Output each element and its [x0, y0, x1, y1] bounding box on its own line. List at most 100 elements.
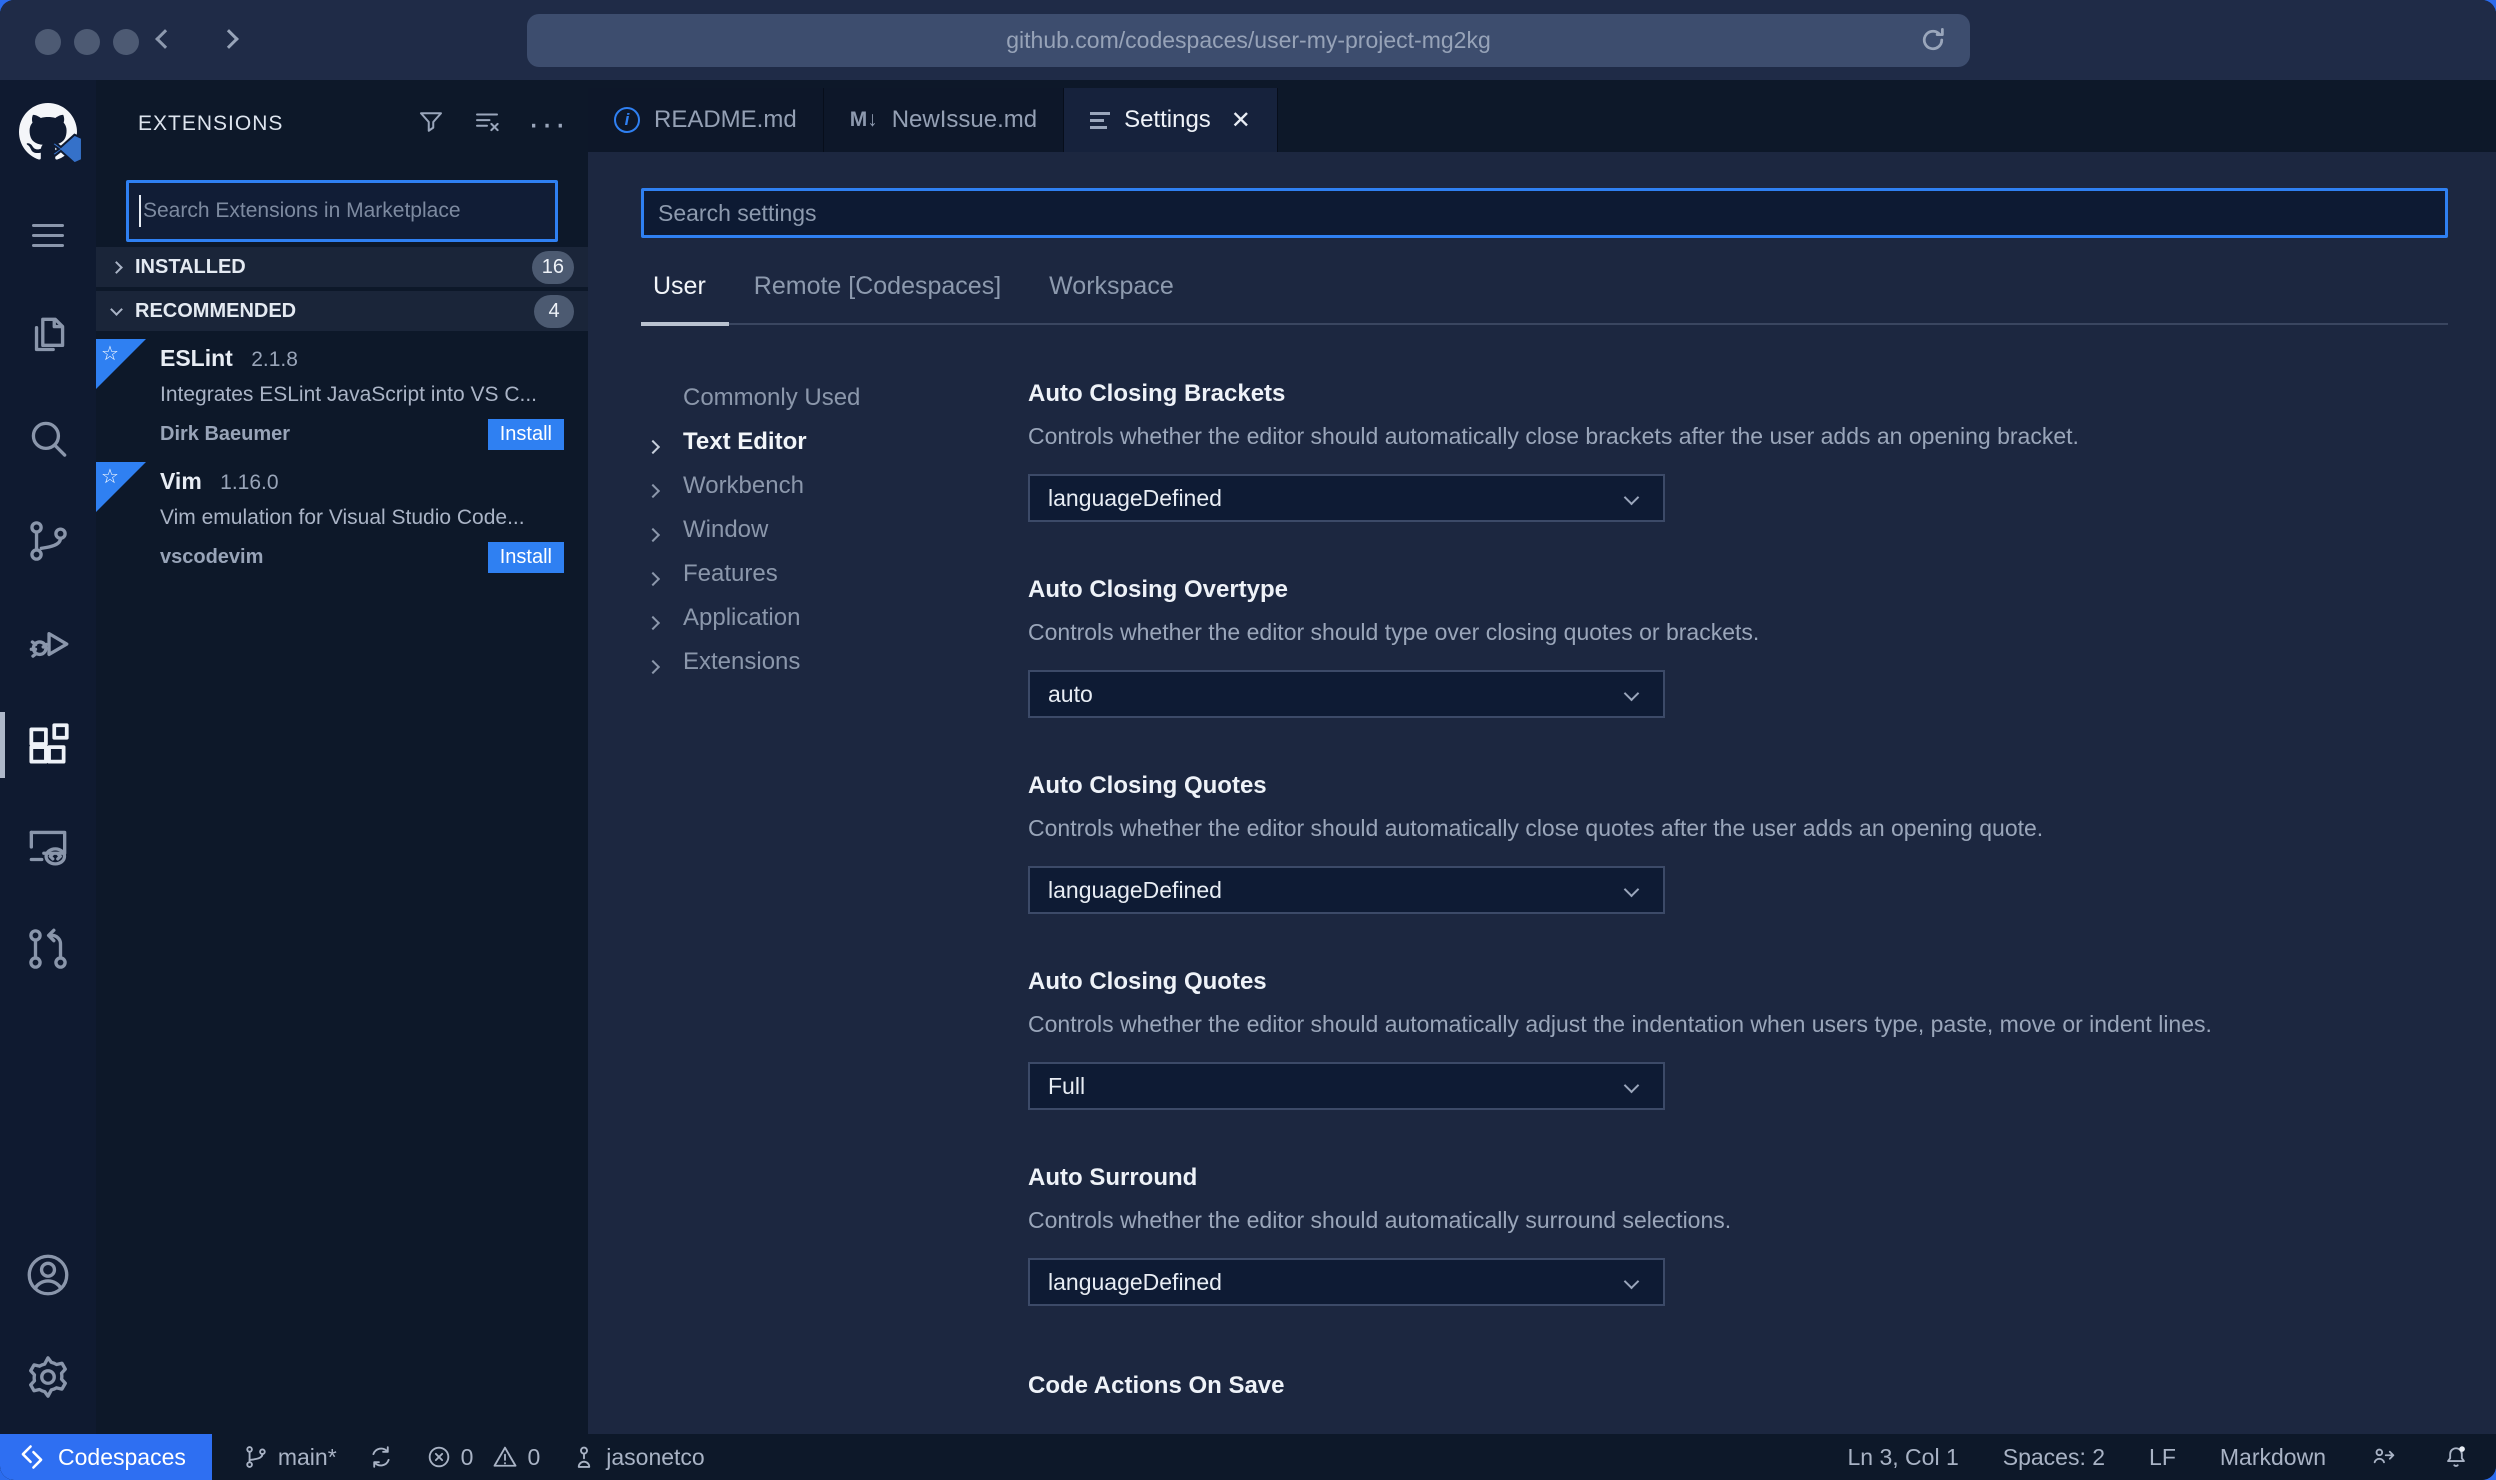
chevron-down-icon [1623, 1273, 1640, 1290]
extension-version: 1.16.0 [220, 471, 279, 494]
tab-newissue[interactable]: M↓ NewIssue.md [823, 88, 1065, 152]
feedback-button[interactable] [2370, 1443, 2398, 1471]
browser-window: github.com/codespaces/user-my-project-mg… [0, 0, 2496, 1480]
extension-row-vim[interactable]: ☆ Vim 1.16.0 Vim emulation for Visual St… [96, 460, 588, 578]
dropdown-value: languageDefined [1048, 484, 1222, 511]
scope-tab-workspace[interactable]: Workspace [1049, 272, 1174, 319]
toc-label: Workbench [683, 472, 804, 499]
install-button[interactable]: Install [487, 419, 564, 450]
settings-list: Auto Closing Brackets Controls whether t… [1028, 324, 2436, 1400]
toc-features[interactable]: Features [588, 552, 1028, 596]
codespaces-remote-button[interactable]: Codespaces [0, 1434, 212, 1480]
browser-forward-button[interactable] [219, 22, 258, 58]
setting-description: Controls whether the editor should autom… [1028, 815, 2044, 841]
toc-workbench[interactable]: Workbench [588, 464, 1028, 508]
filter-icon [420, 111, 443, 132]
settings-search-input[interactable] [644, 191, 2445, 235]
activity-remote-explorer[interactable] [0, 796, 96, 898]
cursor-position-status[interactable]: Ln 3, Col 1 [1848, 1444, 1959, 1471]
chevron-right-icon [645, 439, 661, 455]
person-icon [578, 1446, 591, 1468]
chevron-right-icon [645, 483, 661, 499]
activity-search[interactable] [0, 388, 96, 490]
extensions-search-box [126, 180, 558, 242]
notifications-button[interactable] [2442, 1443, 2470, 1471]
setting-auto-closing-quotes: Auto Closing Quotes Controls whether the… [1028, 772, 2436, 914]
toc-label: Features [683, 560, 778, 587]
remote-explorer-icon [29, 830, 67, 866]
tab-bar: i README.md M↓ NewIssue.md Settings ✕ [588, 80, 2496, 152]
address-bar[interactable]: github.com/codespaces/user-my-project-mg… [527, 14, 1970, 67]
sidebar-title: EXTENSIONS [138, 112, 284, 135]
window-maximize-button[interactable] [113, 29, 139, 55]
toc-application[interactable]: Application [588, 596, 1028, 640]
scope-tab-user[interactable]: User [653, 272, 706, 319]
activity-pull-requests[interactable] [0, 898, 96, 1000]
activity-explorer[interactable] [0, 286, 96, 388]
recommended-star-ribbon: ☆ [96, 339, 146, 389]
tab-readme[interactable]: i README.md [588, 88, 824, 152]
setting-auto-indent: Auto Closing Quotes Controls whether the… [1028, 968, 2436, 1110]
tab-settings[interactable]: Settings ✕ [1064, 88, 1278, 152]
more-actions-button[interactable]: ··· [528, 107, 568, 141]
section-installed[interactable]: INSTALLED 16 [96, 247, 588, 287]
language-text: Markdown [2219, 1443, 2326, 1470]
setting-dropdown[interactable]: Full [1028, 1062, 1665, 1110]
reload-icon [1922, 28, 1944, 51]
branch-status[interactable]: main* [242, 1443, 337, 1471]
hamburger-icon [32, 217, 64, 254]
extensions-search-input[interactable] [129, 183, 555, 239]
user-status[interactable]: jasonetco [570, 1443, 705, 1471]
activity-source-control[interactable] [0, 490, 96, 592]
sync-status[interactable] [367, 1443, 395, 1471]
extension-row-eslint[interactable]: ☆ ESLint 2.1.8 Integrates ESLint JavaScr… [96, 337, 588, 455]
installed-count-badge: 16 [531, 250, 574, 284]
filter-extensions-button[interactable] [416, 107, 446, 142]
section-recommended[interactable]: RECOMMENDED 4 [96, 291, 588, 331]
setting-dropdown[interactable]: languageDefined [1028, 1258, 1665, 1306]
close-tab-icon[interactable]: ✕ [1231, 106, 1251, 135]
toc-text-editor[interactable]: Text Editor [588, 420, 1028, 464]
toc-window[interactable]: Window [588, 508, 1028, 552]
extension-name: ESLint [160, 345, 233, 371]
window-minimize-button[interactable] [74, 29, 100, 55]
remote-indicator-icon [21, 1445, 43, 1469]
setting-dropdown[interactable]: auto [1028, 670, 1665, 718]
activity-account[interactable] [0, 1224, 96, 1326]
chevron-down-icon [1623, 1077, 1640, 1094]
setting-title: Auto Closing Overtype [1028, 576, 1289, 603]
dropdown-value: languageDefined [1048, 876, 1222, 903]
activity-run-debug[interactable] [0, 592, 96, 694]
setting-code-actions-on-save: Code Actions On Save [1028, 1372, 2436, 1400]
toc-extensions[interactable]: Extensions [588, 640, 1028, 684]
indentation-status[interactable]: Spaces: 2 [2003, 1444, 2105, 1471]
run-and-debug-icon [29, 631, 69, 658]
dropdown-value: auto [1048, 680, 1093, 707]
language-mode-status[interactable]: Markdown [2220, 1444, 2326, 1471]
problems-status[interactable]: 0 0 [425, 1443, 540, 1471]
section-label: INSTALLED [135, 255, 246, 278]
activity-settings[interactable] [0, 1326, 96, 1428]
setting-dropdown[interactable]: languageDefined [1028, 474, 1665, 522]
sync-icon [372, 1446, 390, 1468]
pull-request-icon [29, 928, 67, 969]
scope-tab-remote[interactable]: Remote [Codespaces] [754, 272, 1001, 319]
tab-label: Settings [1124, 106, 1211, 133]
star-icon: ☆ [101, 343, 119, 365]
menu-button[interactable] [0, 184, 96, 286]
eol-status[interactable]: LF [2149, 1444, 2176, 1471]
toc-label: Extensions [683, 648, 801, 675]
indent-text: Spaces: 2 [2002, 1443, 2106, 1470]
install-button[interactable]: Install [487, 542, 564, 573]
toc-commonly-used[interactable]: Commonly Used [588, 376, 1028, 420]
activity-extensions[interactable] [0, 694, 96, 796]
clear-extensions-search-button[interactable] [472, 107, 502, 142]
star-icon: ☆ [101, 466, 119, 488]
browser-back-button[interactable] [155, 22, 194, 58]
errors-icon [428, 1446, 449, 1468]
clear-list-icon [476, 113, 499, 131]
reload-button[interactable] [1918, 25, 1948, 55]
setting-dropdown[interactable]: languageDefined [1028, 866, 1665, 914]
chevron-right-icon [645, 659, 661, 675]
window-close-button[interactable] [35, 29, 61, 55]
